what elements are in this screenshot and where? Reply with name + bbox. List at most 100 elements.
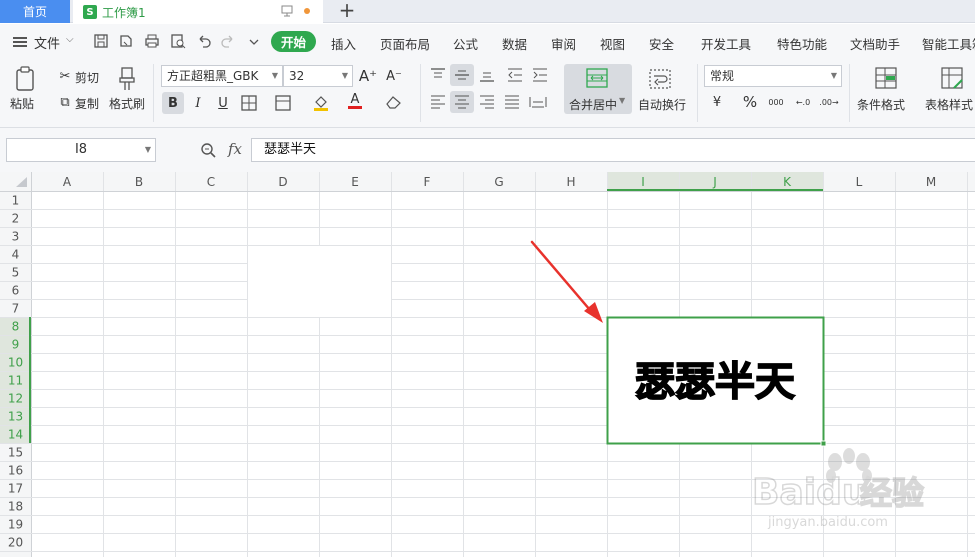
column-header-l[interactable]: L	[856, 175, 863, 189]
row-header-17[interactable]: 17	[8, 482, 23, 496]
row-header-11[interactable]: 11	[8, 374, 23, 388]
row-header-20[interactable]: 20	[8, 536, 23, 550]
zoom-search-icon[interactable]	[200, 142, 216, 158]
column-header-c[interactable]: C	[207, 175, 215, 189]
row-header-10[interactable]: 10	[8, 356, 23, 370]
paste-button[interactable]: 粘贴	[10, 95, 34, 112]
fill-handle[interactable]	[820, 440, 827, 447]
row-header-13[interactable]: 13	[8, 410, 23, 424]
underline-button[interactable]: U	[212, 92, 234, 114]
worksheet[interactable]: A B C D E F G H I J K L M123456789101112131415161718…	[0, 172, 975, 557]
row-header-16[interactable]: 16	[8, 464, 23, 478]
row-header-1[interactable]: 1	[12, 194, 20, 208]
thousands-separator-button[interactable]: 000	[765, 91, 787, 113]
row-header-4[interactable]: 4	[12, 248, 20, 262]
percent-button[interactable]: %	[739, 91, 761, 113]
column-header-h[interactable]: H	[566, 175, 575, 189]
column-header-k[interactable]: K	[783, 175, 792, 189]
row-header-12[interactable]: 12	[8, 392, 23, 406]
row-header-14[interactable]: 14	[8, 428, 23, 442]
fill-color-icon[interactable]	[312, 93, 330, 111]
column-header-d[interactable]: D	[278, 175, 287, 189]
tab-doc-assistant[interactable]: 文档助手	[850, 34, 900, 53]
increase-font-size-icon[interactable]: A⁺	[357, 65, 379, 87]
table-style-button[interactable]: 表格样式	[925, 96, 973, 113]
increase-indent-icon[interactable]	[532, 68, 548, 82]
decrease-indent-icon[interactable]	[507, 68, 523, 82]
name-box[interactable]: I8 ▼	[6, 138, 156, 162]
align-bottom-icon[interactable]	[479, 68, 495, 82]
column-header-f[interactable]: F	[424, 175, 431, 189]
bold-button[interactable]: B	[162, 92, 184, 114]
font-color-button[interactable]: A	[344, 90, 366, 112]
clear-format-icon[interactable]	[385, 94, 403, 110]
italic-button[interactable]: I	[187, 92, 209, 114]
cell-style-icon[interactable]	[275, 95, 291, 111]
cut-icon[interactable]: ✂	[54, 65, 76, 87]
font-name-select[interactable]: 方正超粗黑_GBK ▼	[161, 65, 283, 87]
print-icon[interactable]	[144, 33, 160, 49]
currency-icon[interactable]: ¥	[706, 91, 728, 113]
row-header-9[interactable]: 9	[12, 338, 20, 352]
blank-cell-block[interactable]	[248, 246, 391, 317]
align-left-icon[interactable]	[430, 95, 446, 109]
row-header-5[interactable]: 5	[12, 266, 20, 280]
column-header-b[interactable]: B	[135, 175, 143, 189]
decrease-decimal-icon[interactable]: .00→	[818, 91, 840, 113]
justify-icon[interactable]	[504, 95, 520, 109]
decrease-font-size-icon[interactable]: A⁻	[383, 65, 405, 87]
column-header-g[interactable]: G	[494, 175, 503, 189]
menu-file[interactable]: 文件	[34, 33, 60, 52]
tab-review[interactable]: 审阅	[551, 34, 576, 53]
copy-icon[interactable]: ⧉	[54, 91, 76, 113]
undo-icon[interactable]	[196, 33, 212, 49]
increase-decimal-icon[interactable]: ←.0	[792, 91, 814, 113]
new-tab-button[interactable]: +	[338, 0, 356, 23]
worksheet-grid[interactable]: A B C D E F G H I J K L M 1 2 3 4 5 6 7 8 9 10 11 12 13 14 15 16 17 18…	[0, 172, 975, 557]
paste-icon[interactable]	[14, 66, 38, 92]
align-right-icon[interactable]	[479, 95, 495, 109]
borders-icon[interactable]	[241, 95, 257, 111]
format-painter-button[interactable]: 格式刷	[109, 95, 145, 112]
tab-formulas[interactable]: 公式	[453, 34, 478, 53]
column-header-e[interactable]: E	[351, 175, 359, 189]
row-header-15[interactable]: 15	[8, 446, 23, 460]
hamburger-icon[interactable]	[13, 37, 27, 47]
tab-home[interactable]: 首页	[0, 0, 70, 23]
chevron-down-icon[interactable]: ⌵	[66, 34, 74, 45]
tab-page-layout[interactable]: 页面布局	[380, 34, 430, 53]
column-header-j[interactable]: J	[712, 175, 717, 189]
format-painter-icon[interactable]	[116, 66, 138, 92]
conditional-format-button[interactable]: 条件格式	[857, 96, 905, 113]
tab-start[interactable]: 开始	[271, 31, 316, 52]
column-header-m[interactable]: M	[926, 175, 936, 189]
tab-developer[interactable]: 开发工具	[701, 34, 751, 53]
row-header-8[interactable]: 8	[12, 320, 20, 334]
cut-button[interactable]: 剪切	[75, 69, 99, 86]
table-style-icon[interactable]	[940, 66, 964, 90]
row-header-6[interactable]: 6	[12, 284, 20, 298]
tab-data[interactable]: 数据	[502, 34, 527, 53]
row-header-18[interactable]: 18	[8, 500, 23, 514]
conditional-format-icon[interactable]	[874, 66, 898, 90]
column-header-a[interactable]: A	[63, 175, 72, 189]
export-icon[interactable]	[118, 33, 134, 49]
wrap-text-icon[interactable]	[648, 68, 672, 90]
align-top-icon[interactable]	[430, 68, 446, 82]
tab-view[interactable]: 视图	[600, 34, 625, 53]
tab-special-features[interactable]: 特色功能	[777, 34, 827, 53]
copy-button[interactable]: 复制	[75, 95, 99, 112]
row-header-3[interactable]: 3	[12, 230, 20, 244]
insert-function-icon[interactable]: fx	[228, 140, 242, 158]
row-header-19[interactable]: 19	[8, 518, 23, 532]
chevron-down-icon[interactable]: ▼	[619, 96, 625, 105]
customize-toolbar-icon[interactable]	[246, 33, 262, 49]
save-icon[interactable]	[93, 33, 109, 49]
tab-security[interactable]: 安全	[649, 34, 674, 53]
font-size-select[interactable]: 32 ▼	[283, 65, 353, 87]
tab-smart-toolbox[interactable]: 智能工具箱	[922, 34, 975, 53]
formula-input[interactable]: 瑟瑟半天	[251, 138, 975, 162]
row-header-7[interactable]: 7	[12, 302, 20, 316]
tab-insert[interactable]: 插入	[331, 34, 356, 53]
distributed-align-icon[interactable]	[529, 95, 547, 109]
